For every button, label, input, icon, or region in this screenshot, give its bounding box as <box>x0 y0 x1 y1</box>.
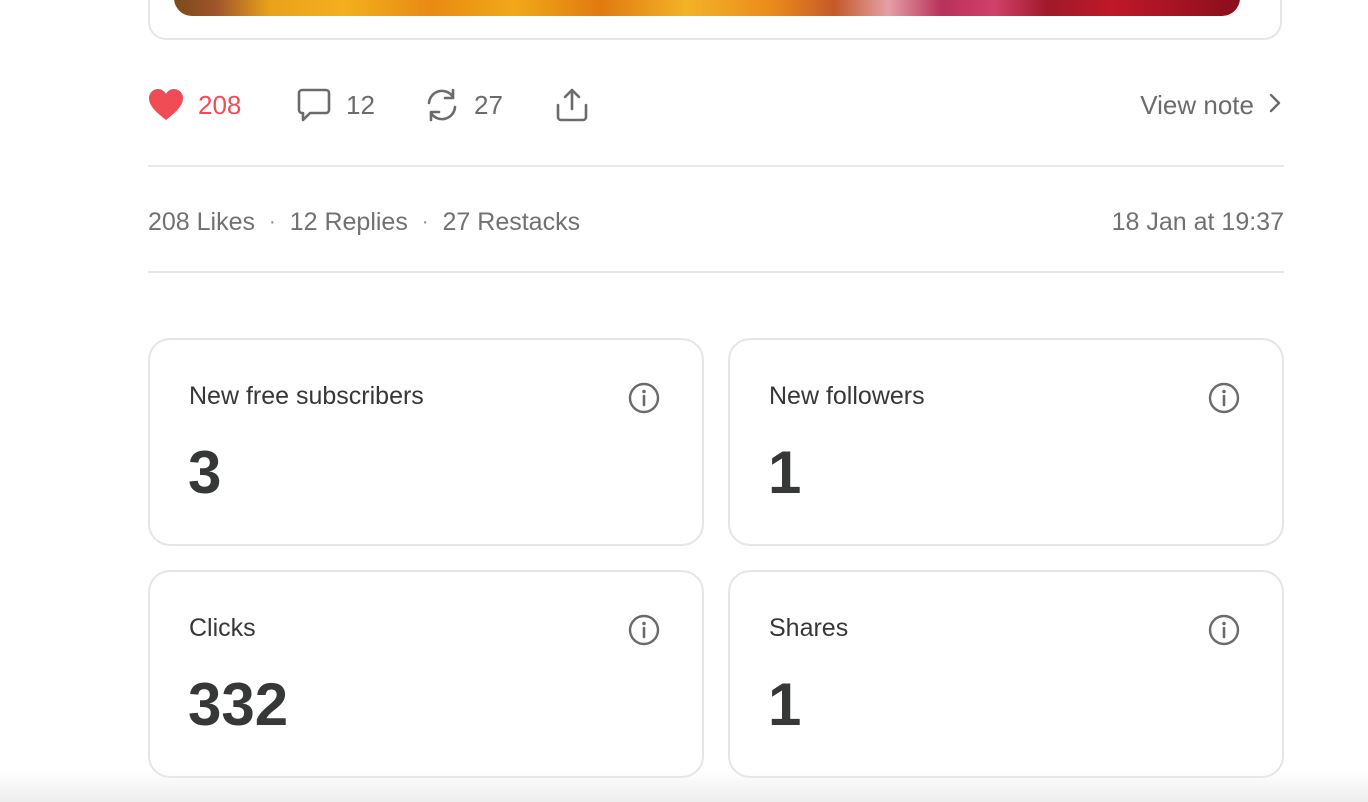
note-stats-page: 208 12 27 View note 208 Likes · 12 Repli… <box>0 0 1368 802</box>
view-note-link[interactable]: View note <box>1140 84 1282 126</box>
metric-label: Clicks <box>189 614 256 642</box>
metric-card-new-followers: New followers 1 <box>728 338 1284 546</box>
likes-summary-link[interactable]: 208 Likes <box>148 208 255 237</box>
comment-icon <box>296 87 332 123</box>
like-count: 208 <box>198 89 242 120</box>
note-timestamp: 18 Jan at 19:37 <box>1111 207 1284 236</box>
metric-label: Shares <box>769 614 849 642</box>
share-icon <box>554 87 590 123</box>
reply-button[interactable]: 12 <box>296 84 375 126</box>
like-button[interactable]: 208 <box>148 84 241 126</box>
info-icon[interactable] <box>1208 614 1240 646</box>
restack-icon <box>424 87 460 123</box>
note-image[interactable] <box>174 0 1240 16</box>
share-button[interactable] <box>554 84 590 126</box>
reply-count: 12 <box>346 89 375 120</box>
restack-count: 27 <box>474 89 503 120</box>
restacks-summary-link[interactable]: 27 Restacks <box>443 208 581 237</box>
restack-button[interactable]: 27 <box>424 84 503 126</box>
chevron-right-icon <box>1254 90 1282 121</box>
divider <box>148 271 1284 273</box>
info-icon[interactable] <box>1208 382 1240 414</box>
metric-card-new-free-subscribers: New free subscribers 3 <box>148 338 704 546</box>
engagement-summary: 208 Likes · 12 Replies · 27 Restacks 18 … <box>148 204 1284 240</box>
metric-card-shares: Shares 1 <box>728 570 1284 778</box>
metric-label: New followers <box>769 382 925 410</box>
metric-value: 3 <box>188 439 222 506</box>
scroll-shadow <box>0 770 1368 802</box>
metric-label: New free subscribers <box>189 382 424 410</box>
divider <box>148 165 1284 167</box>
metric-value: 332 <box>188 671 289 738</box>
info-icon[interactable] <box>628 614 660 646</box>
replies-summary-link[interactable]: 12 Replies <box>290 208 408 237</box>
info-icon[interactable] <box>628 382 660 414</box>
separator-dot: · <box>269 210 276 233</box>
metric-value: 1 <box>768 671 802 738</box>
separator-dot: · <box>421 210 429 233</box>
metric-value: 1 <box>768 439 802 506</box>
metric-card-clicks: Clicks 332 <box>148 570 704 778</box>
view-note-label: View note <box>1140 89 1254 120</box>
heart-icon <box>148 88 184 122</box>
note-actions-bar: 208 12 27 View note <box>148 84 1282 126</box>
